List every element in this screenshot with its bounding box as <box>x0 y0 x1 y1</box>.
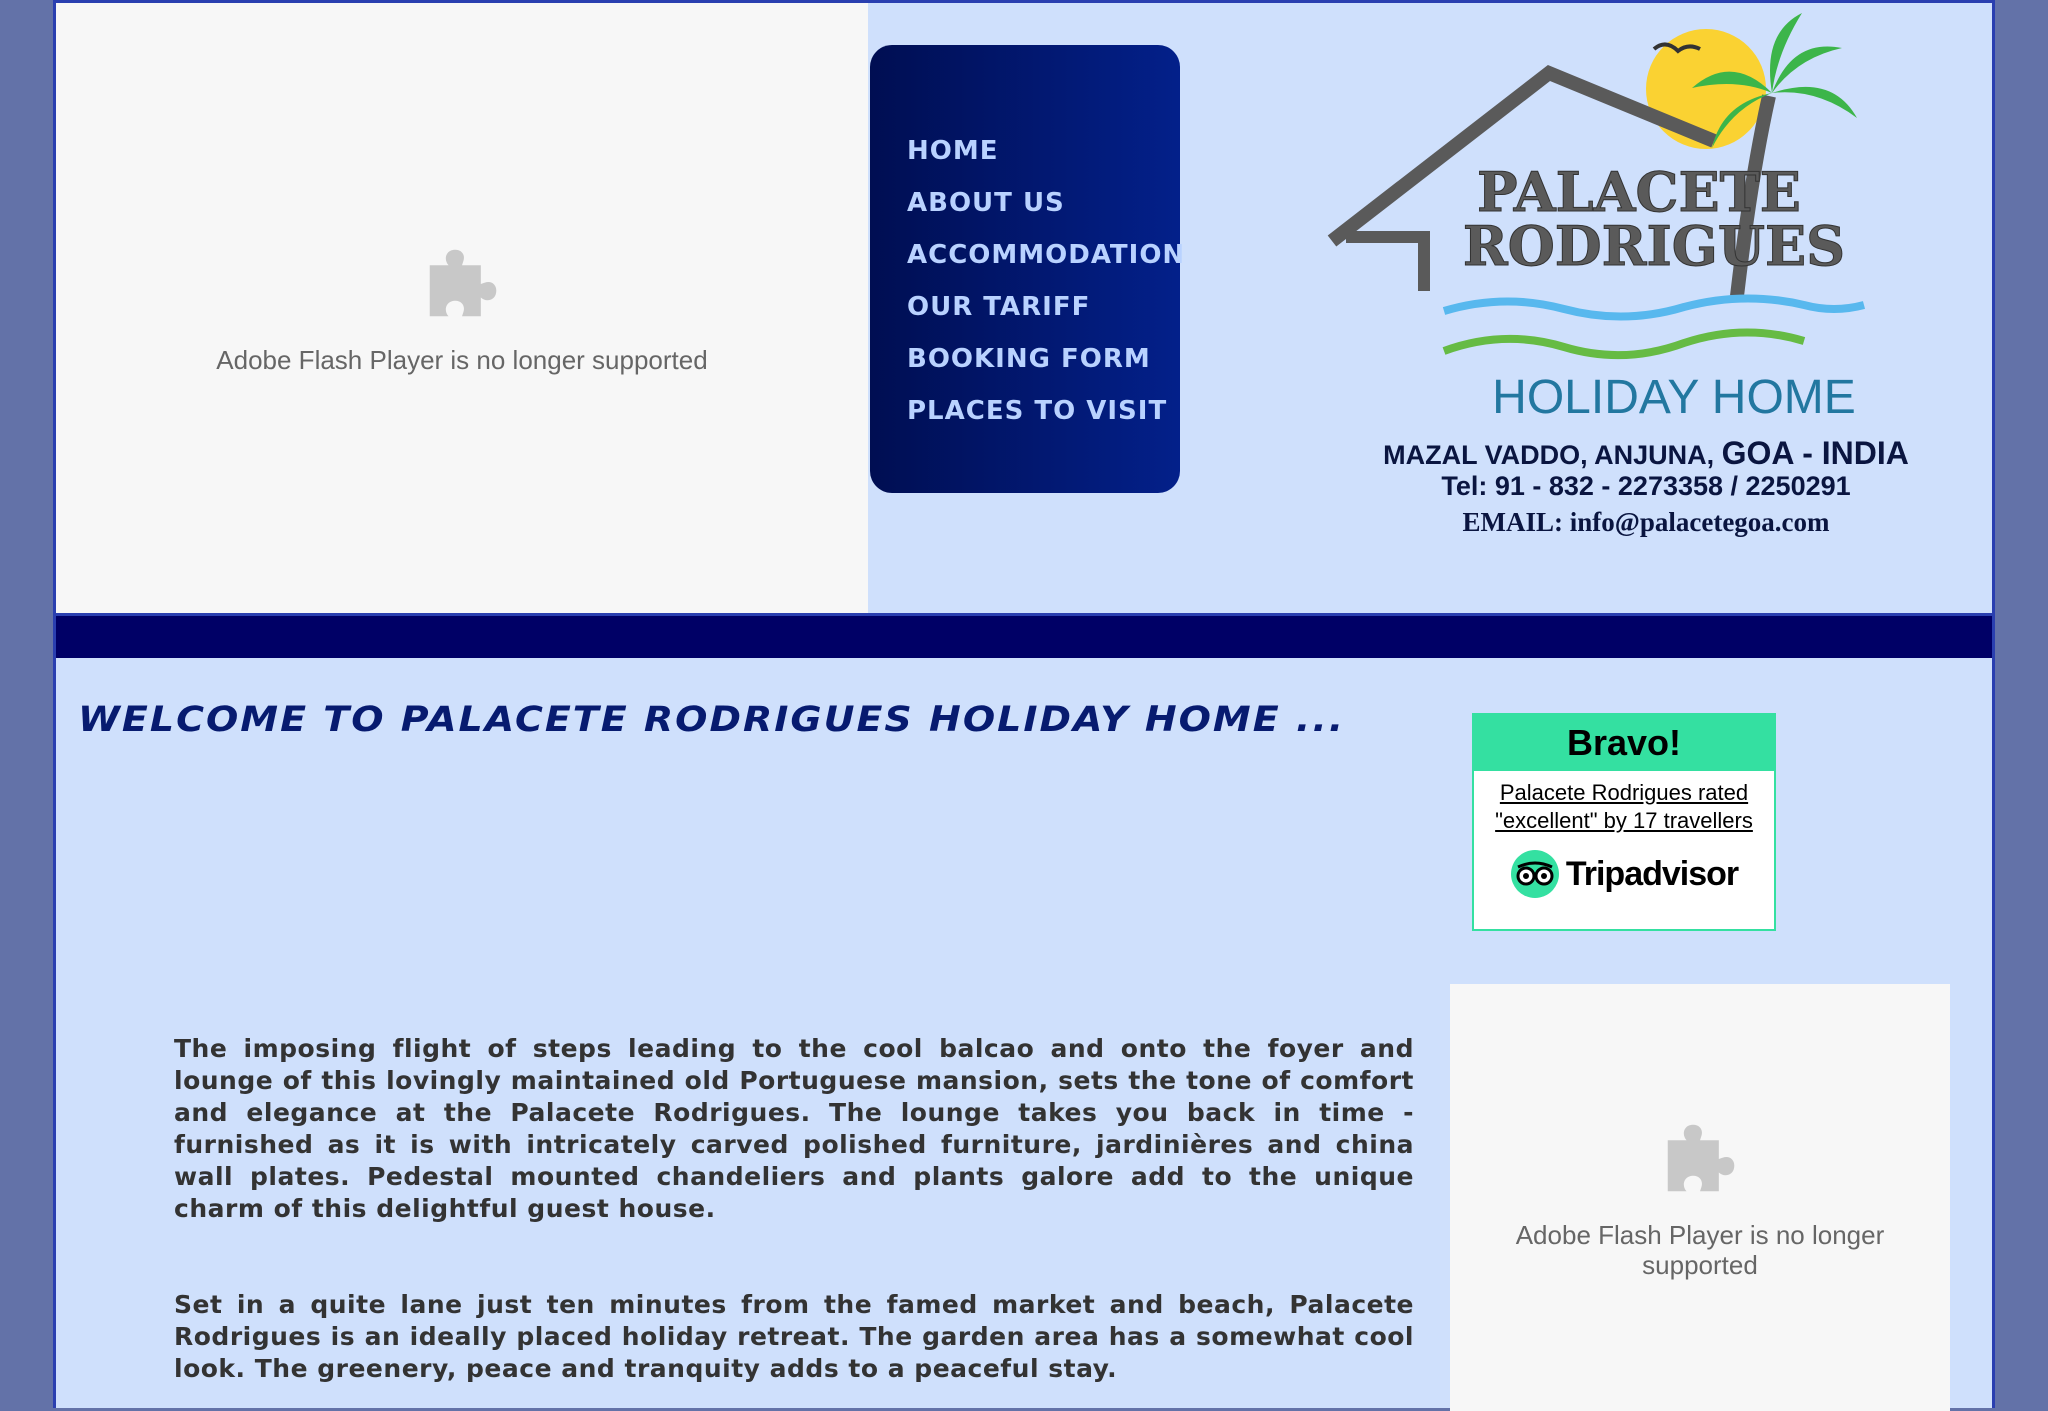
nav-item-places-to-visit[interactable]: PLACES TO VISIT <box>907 385 1180 437</box>
nav-item-home[interactable]: HOME <box>907 125 1180 177</box>
contact-block: MAZAL VADDO, ANJUNA, GOA - INDIA Tel: 91… <box>1236 435 2048 543</box>
puzzle-piece-icon <box>429 249 497 316</box>
tripadvisor-wordmark: Tripadvisor <box>1565 854 1739 893</box>
address-region: GOA - INDIA <box>1721 435 1909 471</box>
intro-paragraph-2: Set in a quite lane just ten minutes fro… <box>174 1290 1414 1383</box>
address-line: MAZAL VADDO, ANJUNA, GOA - INDIA <box>1236 435 2048 471</box>
nav-item-our-tariff[interactable]: OUR TARIFF <box>907 281 1180 333</box>
main-nav: HOME ABOUT US ACCOMMODATION OUR TARIFF B… <box>870 45 1184 493</box>
intro-paragraph-1: The imposing flight of steps leading to … <box>174 1034 1414 1223</box>
flash-plugin-placeholder-top[interactable]: Adobe Flash Player is no longer supporte… <box>56 3 868 613</box>
nav-item-about-us[interactable]: ABOUT US <box>907 177 1180 229</box>
puzzle-piece-icon <box>1667 1124 1735 1191</box>
flash-unsupported-message: Adobe Flash Player is no longer supporte… <box>216 344 708 375</box>
flash-unsupported-message: Adobe Flash Player is no longer supporte… <box>1515 1219 1885 1280</box>
email-line: EMAIL: info@palacetegoa.com <box>1462 507 1830 537</box>
page-container: Adobe Flash Player is no longer supporte… <box>53 0 1995 1411</box>
address-prefix: MAZAL VADDO, ANJUNA, <box>1383 440 1715 470</box>
palacete-rodrigues-logo: PALACETE RODRIGUES HOLIDAY HOME <box>1327 13 1866 424</box>
logo-name-line2: RODRIGUES <box>1463 214 1845 278</box>
flash-plugin-placeholder-side[interactable]: Adobe Flash Player is no longer supporte… <box>1450 984 1950 1411</box>
telephone-line: Tel: 91 - 832 - 2273358 / 2250291 <box>1441 471 1851 501</box>
tripadvisor-badge: Bravo! Palacete Rodrigues rated "excelle… <box>1472 713 1776 931</box>
tripadvisor-brand[interactable]: Tripadvisor <box>1474 849 1774 899</box>
nav-item-booking-form[interactable]: BOOKING FORM <box>907 333 1180 385</box>
welcome-heading: Welcome to Palacete Rodrigues Holiday Ho… <box>78 698 1346 740</box>
nav-item-accommodation[interactable]: ACCOMMODATION <box>907 229 1184 281</box>
badge-title: Bravo! <box>1474 715 1774 771</box>
header-divider-bar <box>56 613 1992 658</box>
logo-tagline: HOLIDAY HOME <box>1492 371 1856 424</box>
tripadvisor-owl-icon <box>1510 850 1559 898</box>
tripadvisor-review-link[interactable]: Palacete Rodrigues rated "excellent" by … <box>1492 779 1756 835</box>
